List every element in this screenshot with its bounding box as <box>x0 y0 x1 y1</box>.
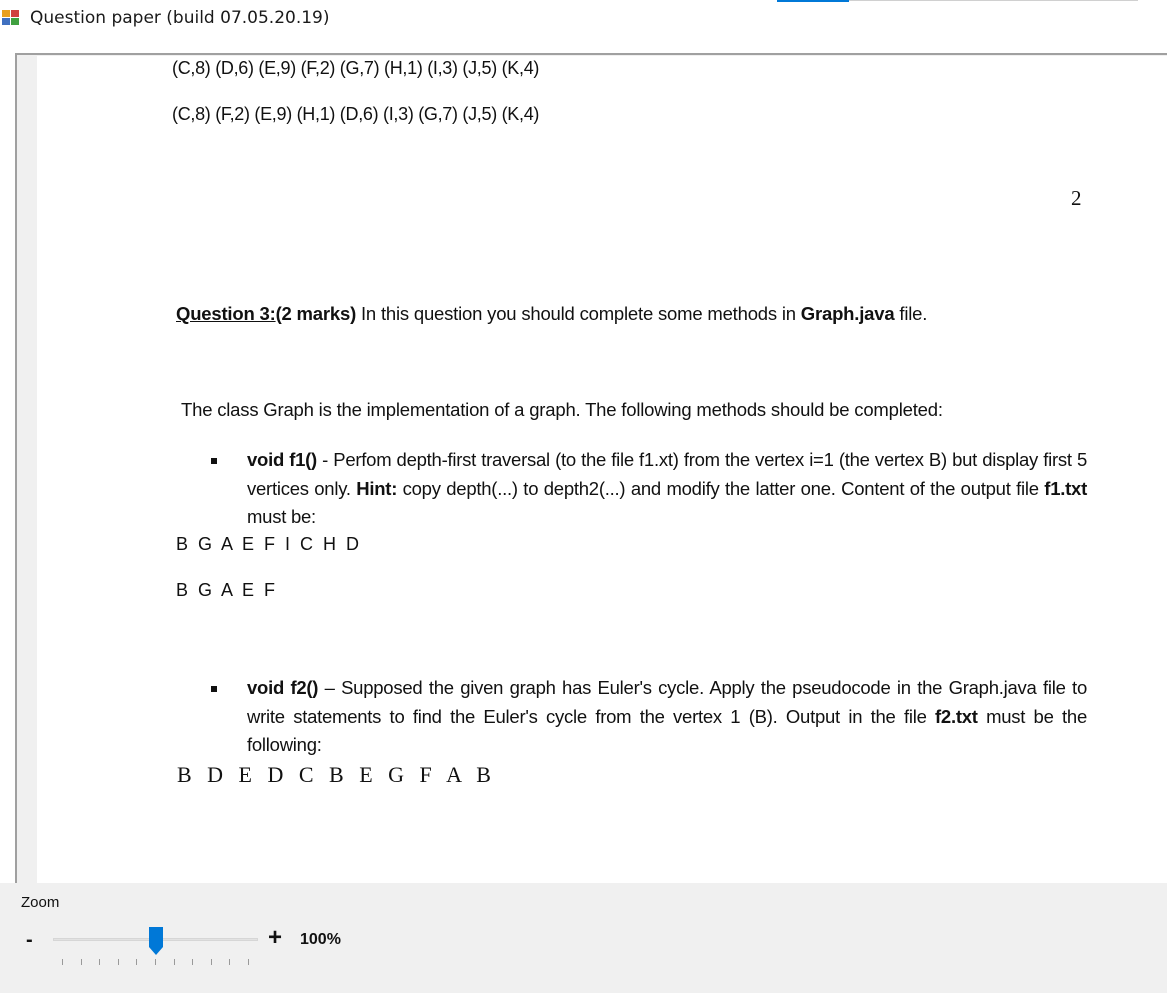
bullet-f2 <box>211 686 217 692</box>
f1-output-file: f1.txt <box>1044 477 1087 499</box>
pairs-line-2: (C,8) (F,2) (E,9) (H,1) (D,6) (I,3) (G,7… <box>172 104 540 124</box>
f1-text-2: copy depth(...) to depth2(...) and modif… <box>397 477 1045 499</box>
question-3-text: In this question you should complete som… <box>356 303 801 324</box>
f2-output-file: f2.txt <box>935 705 978 727</box>
zoom-level: 100% <box>300 931 341 948</box>
tab-divider <box>849 0 1138 1</box>
zoom-slider-tick <box>210 959 212 965</box>
question-3-label: Question 3: <box>176 303 276 324</box>
graph-intro: The class Graph is the implementation of… <box>181 399 943 420</box>
question-3-heading: Question 3:(2 marks) In this question yo… <box>176 303 927 325</box>
f1-hint-label: Hint: <box>356 477 398 499</box>
active-tab-indicator <box>777 0 849 2</box>
page-number: 2 <box>1071 186 1082 210</box>
zoom-slider-tick <box>229 959 231 965</box>
zoom-slider-tick <box>117 959 119 965</box>
zoom-slider-tick <box>80 959 82 965</box>
zoom-in-button[interactable]: + <box>268 924 282 952</box>
zoom-out-button[interactable]: - <box>26 929 33 952</box>
f1-output-line-1: B G A E F I C H D <box>176 534 362 554</box>
pairs-line-1: (C,8) (D,6) (E,9) (F,2) (G,7) (H,1) (I,3… <box>172 58 540 78</box>
f1-signature: void f1() <box>247 449 317 470</box>
zoom-slider-tick <box>99 959 101 965</box>
zoom-slider-tick <box>155 959 156 965</box>
f1-description: void f1() - Perfom depth-first traversal… <box>247 446 1087 532</box>
f2-description: void f2() – Supposed the given graph has… <box>247 674 1087 760</box>
zoom-panel: Zoom - + 100% <box>0 883 1167 993</box>
zoom-slider-tick <box>136 959 138 965</box>
f2-output-line: B D E D C B E G F A B <box>177 762 496 787</box>
bullet-f1 <box>211 458 217 464</box>
zoom-label: Zoom <box>21 894 60 911</box>
zoom-slider-tick <box>173 959 175 965</box>
question-3-marks: (2 marks) <box>275 303 357 324</box>
zoom-slider-thumb[interactable] <box>148 926 164 956</box>
f2-signature: void f2() <box>247 677 319 698</box>
app-icon <box>2 10 19 25</box>
question-3-text-end: file. <box>894 303 928 324</box>
f1-text-3: must be: <box>247 506 316 527</box>
zoom-slider-tick <box>248 959 249 965</box>
window-title: Question paper (build 07.05.20.19) <box>30 8 330 28</box>
title-bar: Question paper (build 07.05.20.19) <box>0 0 1167 36</box>
zoom-slider-tick <box>62 959 63 965</box>
f1-output-line-2: B G A E F <box>176 580 278 600</box>
question-3-filename: Graph.java <box>800 303 895 324</box>
zoom-slider-tick <box>192 959 194 965</box>
